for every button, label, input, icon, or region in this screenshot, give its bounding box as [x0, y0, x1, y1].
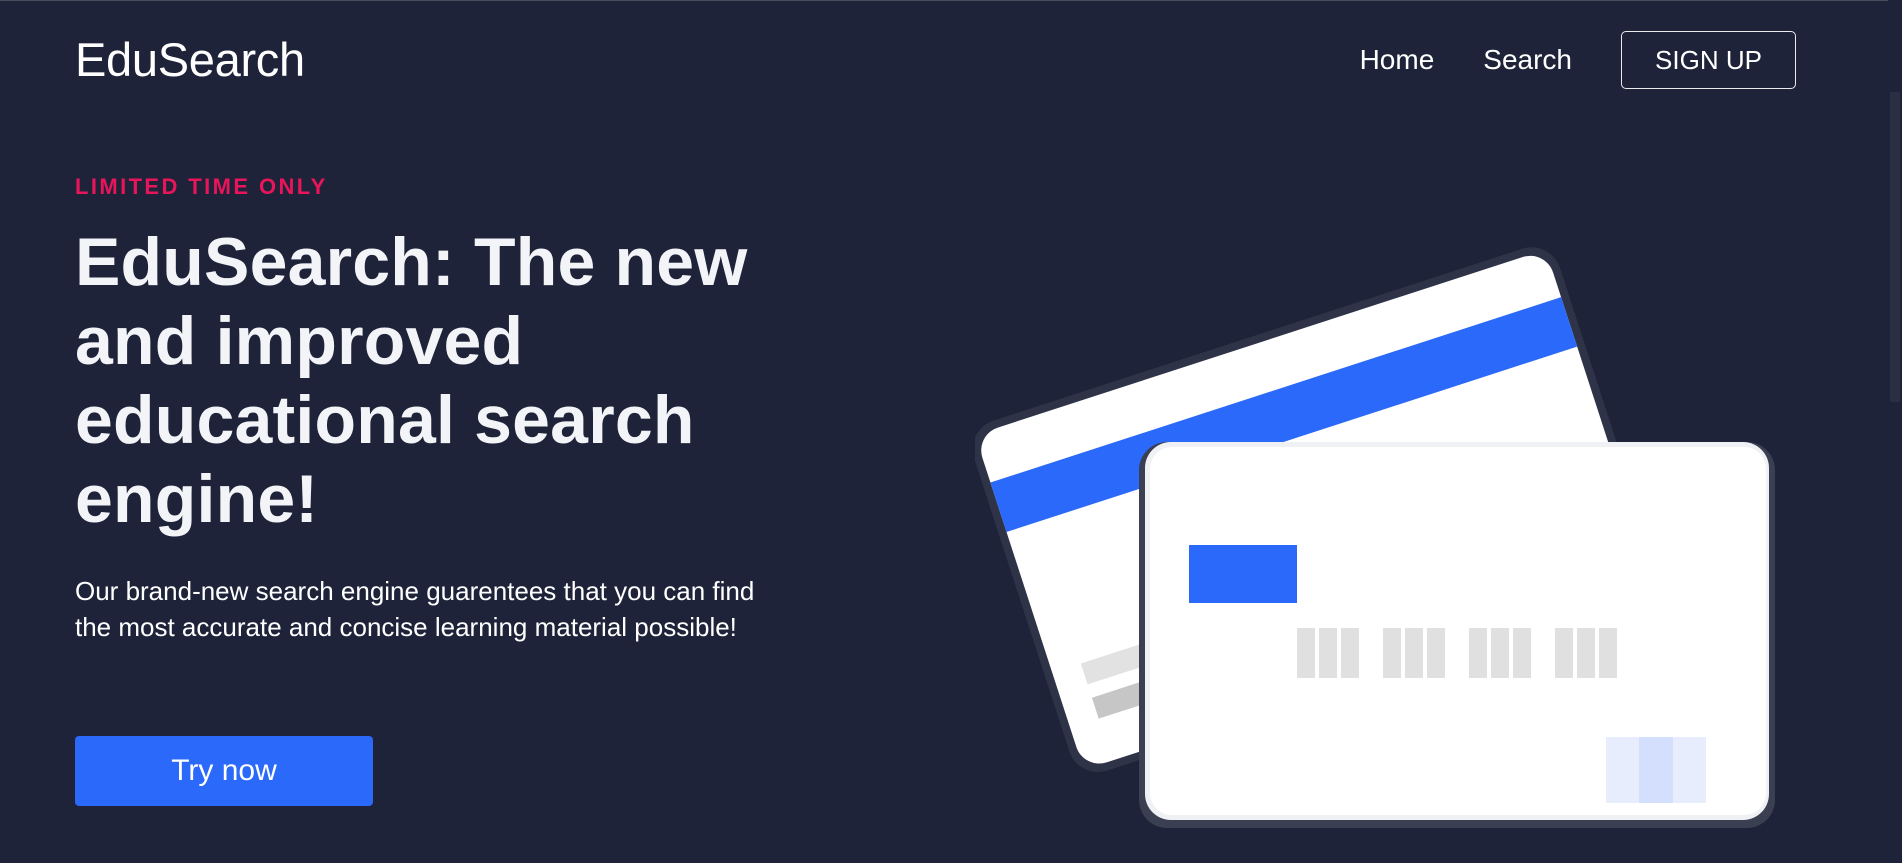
nav-home-link[interactable]: Home: [1360, 30, 1435, 90]
credit-cards-illustration: [972, 230, 1795, 840]
card-logo: [1606, 737, 1706, 803]
scrollbar-thumb[interactable]: [1890, 92, 1900, 402]
hero-eyebrow: LIMITED TIME ONLY: [75, 174, 328, 199]
hero-description: Our brand-new search engine guarentees t…: [75, 576, 755, 642]
sign-up-button[interactable]: SIGN UP: [1621, 31, 1796, 89]
brand-logo[interactable]: EduSearch: [75, 32, 305, 88]
page-scrollbar[interactable]: [1888, 0, 1902, 863]
top-border: [0, 0, 1902, 1]
card-chip: [1189, 545, 1297, 603]
credit-cards-icon: [972, 247, 1775, 828]
landing-page: EduSearch Home Search SIGN UP LIMITED TI…: [0, 0, 1902, 863]
main-nav: Home Search SIGN UP: [1360, 30, 1796, 90]
nav-search-link[interactable]: Search: [1483, 30, 1572, 90]
hero-title: EduSearch: The new and improved educatio…: [75, 224, 748, 537]
try-now-button[interactable]: Try now: [75, 736, 373, 806]
